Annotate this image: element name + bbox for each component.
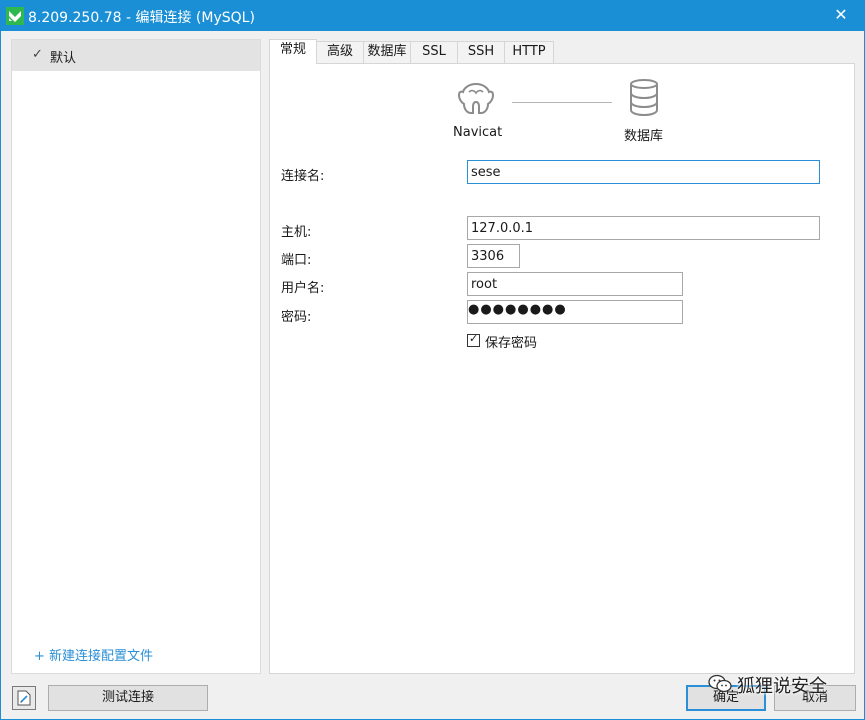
wechat-icon <box>708 674 732 693</box>
window-title: 8.209.250.78 - 编辑连接 (MySQL) <box>28 10 255 26</box>
navicat-icon <box>457 82 495 114</box>
database-label: 数据库 <box>624 129 664 144</box>
tab-general[interactable]: 常规 <box>269 39 317 64</box>
tab-ssl[interactable]: SSL <box>410 41 458 63</box>
username-input[interactable] <box>467 272 683 296</box>
navicat-label: Navicat <box>453 125 503 140</box>
host-label: 主机: <box>281 225 312 240</box>
save-password-label: 保存密码 <box>485 336 538 351</box>
profile-list: ✓ 默认 + 新建连接配置文件 <box>11 39 261 674</box>
tab-database[interactable]: 数据库 <box>363 41 411 63</box>
dialog-window: 8.209.250.78 - 编辑连接 (MySQL) ✕ ✓ 默认 + 新建连… <box>0 0 865 720</box>
connection-graphic: Navicat 数据库 <box>270 64 856 154</box>
connection-name-label: 连接名: <box>281 169 325 184</box>
database-icon <box>630 79 658 117</box>
watermark: 狐狸说安全 <box>707 669 857 699</box>
test-connection-button[interactable]: 测试连接 <box>48 685 208 711</box>
general-panel: Navicat 数据库 <box>269 63 855 674</box>
connection-line <box>512 102 612 103</box>
username-label: 用户名: <box>281 281 325 296</box>
close-button[interactable]: ✕ <box>818 1 864 31</box>
port-label: 端口: <box>281 253 312 268</box>
tab-ssh[interactable]: SSH <box>457 41 505 63</box>
navicat-app-icon <box>6 7 24 25</box>
save-password-checkbox[interactable]: ✓ <box>467 332 480 347</box>
checkmark-icon: ✓ <box>469 332 479 345</box>
tab-advanced[interactable]: 高级 <box>316 41 364 63</box>
watermark-text: 狐狸说安全 <box>737 676 827 697</box>
host-input[interactable] <box>467 216 820 240</box>
profile-item-default[interactable]: ✓ 默认 <box>12 40 260 71</box>
document-edit-icon <box>17 690 31 706</box>
tab-http[interactable]: HTTP <box>504 41 554 63</box>
close-icon: ✕ <box>834 5 848 24</box>
password-label: 密码: <box>281 310 312 325</box>
check-icon: ✓ <box>32 47 43 62</box>
connection-name-input[interactable] <box>467 160 820 184</box>
password-input[interactable] <box>467 300 683 324</box>
title-bar[interactable]: 8.209.250.78 - 编辑连接 (MySQL) ✕ <box>1 1 864 31</box>
new-profile-link[interactable]: + 新建连接配置文件 <box>34 645 153 664</box>
profile-label: 默认 <box>50 51 77 66</box>
port-input[interactable] <box>467 244 520 268</box>
export-profile-button[interactable] <box>12 686 36 710</box>
